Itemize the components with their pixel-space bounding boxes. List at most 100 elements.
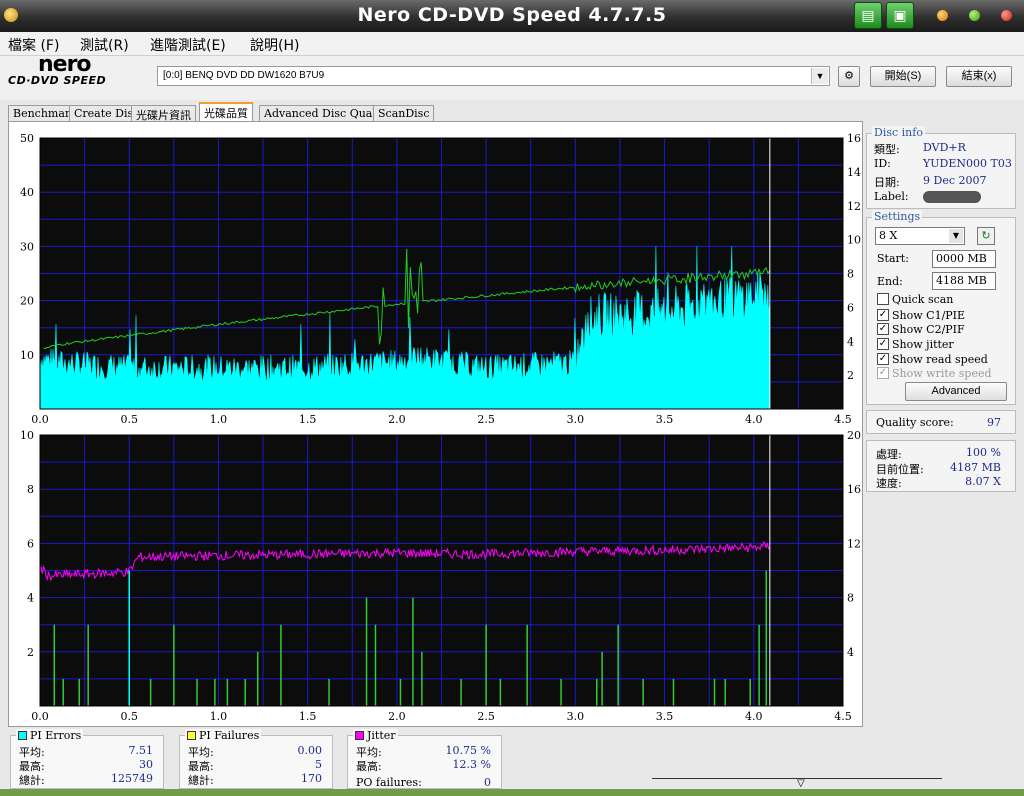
quality-score-group: Quality score: 97 <box>866 410 1016 434</box>
x-tick-label: 4.5 <box>834 413 852 426</box>
x-tick-label: 4.5 <box>834 710 852 723</box>
pi-failures-title-text: PI Failures <box>199 729 260 742</box>
tab-scandisc[interactable]: ScanDisc <box>373 105 435 122</box>
x-tick-label: 2.0 <box>388 413 406 426</box>
jitter-swatch <box>355 731 364 740</box>
process-label: 處理: <box>876 448 902 461</box>
maximize-button[interactable] <box>969 10 980 21</box>
desktop-strip <box>0 789 1024 796</box>
pi-errors-total: 125749 <box>111 772 153 785</box>
pi-errors-title: PI Errors <box>16 729 84 742</box>
pi-errors-total-label: 總計: <box>19 774 45 787</box>
x-tick-label: 3.5 <box>656 413 674 426</box>
jitter-title-text: Jitter <box>367 729 396 742</box>
menu-advanced-test[interactable]: 進階測試(E) <box>150 35 226 55</box>
y-tick-label-right: 4 <box>847 646 854 659</box>
jitter-box: Jitter 平均: 10.75 % 最高: 12.3 % PO failure… <box>347 729 502 789</box>
quality-charts: 0.0 0.5 1.0 1.5 2.0 2.5 3.0 3.5 4.0 4.5 10 20 30 40 50… <box>20 132 861 723</box>
type-label: 類型: <box>874 143 900 156</box>
x-tick-label: 0.5 <box>120 710 138 723</box>
x-tick-label: 4.0 <box>745 413 763 426</box>
exit-button[interactable]: 結束(x) <box>946 66 1012 87</box>
y-tick-label-left: 2 <box>27 646 34 659</box>
y-tick-label-right: 20 <box>847 429 861 442</box>
settings-group: Settings 8 X ▼ ↻ Start: 0000 MB End: 418… <box>866 210 1016 405</box>
minimize-button[interactable] <box>937 10 948 21</box>
jitter-avg: 10.75 % <box>445 744 491 757</box>
id-label: ID: <box>874 157 891 170</box>
disc-info-title: Disc info <box>872 126 925 139</box>
x-tick-label: 1.5 <box>299 413 317 426</box>
chevron-down-icon[interactable]: ▼ <box>811 68 828 84</box>
speed-value: 8.07 X <box>965 475 1001 488</box>
tab-disc-quality[interactable]: 光碟品質 <box>199 102 253 122</box>
eject-icon[interactable]: ⚙ <box>838 66 860 87</box>
pi-failures-swatch <box>187 731 196 740</box>
jitter-max: 12.3 % <box>452 758 491 771</box>
speed-select[interactable]: 8 X ▼ <box>875 227 965 245</box>
x-tick-label: 3.0 <box>567 413 585 426</box>
x-tick-label: 3.0 <box>567 710 585 723</box>
y-tick-label-left: 20 <box>20 295 34 308</box>
pi-errors-avg: 7.51 <box>128 744 154 757</box>
y-tick-label-right: 8 <box>847 592 854 605</box>
close-button[interactable] <box>1001 10 1012 21</box>
y-tick-label-left: 30 <box>20 240 34 253</box>
x-tick-label: 1.0 <box>210 710 228 723</box>
settings-title: Settings <box>872 210 923 223</box>
drive-select[interactable]: [0:0] BENQ DVD DD DW1620 B7U9 ▼ <box>157 66 830 86</box>
pi-failures-total: 170 <box>301 772 322 785</box>
quick-scan-checkbox[interactable] <box>877 293 889 305</box>
y-tick-label-right: 12 <box>847 200 861 213</box>
show-c2-pif-label: Show C2/PIF <box>892 323 965 336</box>
progress-group: 處理: 100 % 目前位置: 4187 MB 速度: 8.07 X <box>866 440 1016 492</box>
copy-icon[interactable]: ▤ <box>854 2 882 29</box>
advanced-button[interactable]: Advanced <box>905 382 1007 401</box>
start-label: Start: <box>877 252 909 265</box>
show-c1-pie-label: Show C1/PIE <box>892 309 966 322</box>
show-c2-pif-checkbox[interactable]: ✓ <box>877 323 889 335</box>
tab-disc-info[interactable]: 光碟片資訊 <box>131 105 196 122</box>
chevron-down-icon[interactable]: ▼ <box>949 229 963 243</box>
show-jitter-checkbox[interactable]: ✓ <box>877 338 889 350</box>
po-failures-value: 0 <box>484 776 491 789</box>
y-tick-label-right: 8 <box>847 268 854 281</box>
x-tick-label: 2.5 <box>477 413 495 426</box>
y-tick-label-left: 8 <box>27 483 34 496</box>
end-label: End: <box>877 275 903 288</box>
x-tick-label: 1.0 <box>210 413 228 426</box>
y-tick-label-right: 6 <box>847 301 854 314</box>
y-tick-label-left: 10 <box>20 349 34 362</box>
y-tick-label-left: 10 <box>20 429 34 442</box>
quality-score-value: 97 <box>987 416 1001 429</box>
y-tick-label-right: 16 <box>847 132 861 145</box>
disc-id-value: YUDEN000 T03 <box>923 157 1012 170</box>
y-tick-label-left: 4 <box>27 592 34 605</box>
cd-dvd-speed-logo: CD·DVD SPEED <box>8 74 107 87</box>
x-tick-label: 1.5 <box>299 710 317 723</box>
start-input[interactable]: 0000 MB <box>932 250 996 268</box>
disc-date-value: 9 Dec 2007 <box>923 174 987 187</box>
pi-errors-box: PI Errors 平均: 7.51 最高: 30 總計: 125749 <box>10 729 164 789</box>
save-icon[interactable]: ▣ <box>886 2 914 29</box>
show-write-speed-checkbox[interactable]: ✓ <box>877 367 889 379</box>
y-tick-label-right: 4 <box>847 335 854 348</box>
menu-help[interactable]: 說明(H) <box>250 35 299 55</box>
redacted-label <box>923 191 981 203</box>
y-tick-label-left: 40 <box>20 186 34 199</box>
pi-errors-max: 30 <box>139 758 153 771</box>
x-tick-label: 0.5 <box>120 413 138 426</box>
show-c1-pie-checkbox[interactable]: ✓ <box>877 309 889 321</box>
show-read-speed-checkbox[interactable]: ✓ <box>877 353 889 365</box>
end-input[interactable]: 4188 MB <box>932 272 996 290</box>
position-value: 4187 MB <box>950 461 1001 474</box>
disc-info-group: Disc info 類型: DVD+R ID: YUDEN000 T03 日期:… <box>866 126 1016 209</box>
y-tick-label-right: 16 <box>847 483 861 496</box>
show-write-speed-label: Show write speed <box>892 367 992 380</box>
menu-bar: 檔案 (F) 測試(R) 進階測試(E) 說明(H) <box>0 32 1024 56</box>
refresh-icon[interactable]: ↻ <box>977 227 995 245</box>
y-tick-label-right: 12 <box>847 537 861 550</box>
pi-failures-total-label: 總計: <box>188 774 214 787</box>
pi-errors-title-text: PI Errors <box>30 729 82 742</box>
start-button[interactable]: 開始(S) <box>870 66 936 87</box>
